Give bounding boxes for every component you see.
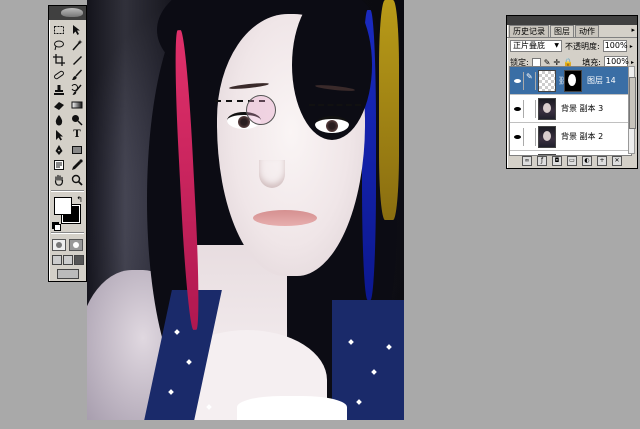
panel-title-bar[interactable] bbox=[507, 16, 637, 25]
layer-visibility-eye-icon[interactable] bbox=[511, 71, 524, 90]
layer-row[interactable]: 背景 副本 3 bbox=[510, 95, 631, 123]
eyedropper-tool-icon[interactable] bbox=[69, 158, 85, 172]
brush-cursor bbox=[246, 95, 276, 125]
tab-history[interactable]: 历史记录 bbox=[509, 25, 549, 37]
color-swatches: ↰ bbox=[51, 195, 84, 231]
crop-tool-icon[interactable] bbox=[51, 53, 67, 67]
dodge-tool-icon[interactable] bbox=[69, 113, 85, 127]
tab-actions[interactable]: 动作 bbox=[575, 25, 599, 37]
panel-tabs: 历史记录 图层 动作 ▸ bbox=[507, 25, 637, 38]
standard-screen-mode-button[interactable] bbox=[51, 255, 62, 265]
brush-icon: ✎ bbox=[526, 71, 533, 81]
blur-tool-icon[interactable] bbox=[51, 113, 67, 127]
full-screen-mode-button[interactable] bbox=[73, 255, 84, 265]
layer-thumbnail bbox=[538, 69, 556, 92]
quick-mask-button[interactable] bbox=[68, 239, 83, 251]
standard-mode-button[interactable] bbox=[52, 239, 67, 251]
layers-scrollbar[interactable] bbox=[628, 66, 636, 154]
layer-name: 图层 14 bbox=[587, 76, 616, 85]
scrollbar-thumb[interactable] bbox=[629, 77, 636, 129]
layer-mask-thumbnail[interactable] bbox=[564, 69, 582, 92]
delete-layer-icon[interactable]: ✕ bbox=[612, 156, 622, 166]
toolbox: T ↰ bbox=[48, 5, 87, 282]
blend-opacity-row: 正片叠底 ▼ 不透明度: 100% ▸ bbox=[507, 38, 637, 54]
zoom-tool-icon[interactable] bbox=[69, 173, 85, 187]
jump-to-row bbox=[49, 267, 86, 281]
opacity-slider-icon[interactable]: ▸ bbox=[630, 43, 633, 50]
tool-grid: T bbox=[49, 20, 86, 187]
hand-tool-icon[interactable] bbox=[51, 173, 67, 187]
layer-link-box[interactable]: ✎ bbox=[526, 71, 536, 90]
adjustment-layer-icon[interactable]: ◐ bbox=[582, 156, 592, 166]
blend-mode-select[interactable]: 正片叠底 ▼ bbox=[510, 40, 562, 52]
screen-mode-row bbox=[49, 253, 86, 267]
brush-tool-icon[interactable] bbox=[69, 68, 85, 82]
toolbox-divider bbox=[51, 232, 84, 234]
photo-right-eye bbox=[315, 116, 349, 133]
photo-nose bbox=[259, 160, 285, 188]
move-tool-icon[interactable] bbox=[69, 23, 85, 37]
notes-tool-icon[interactable] bbox=[51, 158, 67, 172]
rectangle-tool-icon[interactable] bbox=[69, 143, 85, 157]
default-colors-icon[interactable] bbox=[52, 222, 61, 231]
layers-list: ✎ ⛓ 图层 14 背景 副本 3 背景 副本 2 背景 🔒 bbox=[509, 66, 632, 156]
document-canvas[interactable] bbox=[87, 0, 404, 420]
photo-lips bbox=[253, 210, 317, 226]
clone-stamp-tool-icon[interactable] bbox=[51, 83, 67, 97]
toolbox-header[interactable] bbox=[49, 6, 86, 20]
jump-to-imageready-button[interactable] bbox=[56, 269, 79, 279]
photo-hair-gold-streak bbox=[379, 0, 399, 220]
chevron-down-icon: ▼ bbox=[554, 42, 559, 49]
layer-name: 背景 副本 2 bbox=[561, 132, 604, 141]
quick-mask-row bbox=[49, 237, 86, 253]
foreground-color-swatch[interactable] bbox=[54, 197, 72, 215]
layers-panel: 历史记录 图层 动作 ▸ 正片叠底 ▼ 不透明度: 100% ▸ 锁定: ✎ ✛… bbox=[506, 15, 638, 169]
layer-row[interactable]: 背景 副本 2 bbox=[510, 123, 631, 151]
new-layer-icon[interactable]: + bbox=[597, 156, 607, 166]
fill-slider-icon[interactable]: ▸ bbox=[631, 59, 634, 66]
mask-link-chain-icon[interactable]: ⛓ bbox=[558, 76, 568, 85]
layer-thumbnail bbox=[538, 125, 556, 148]
layer-style-icon[interactable]: ƒ bbox=[537, 156, 547, 166]
layer-row[interactable]: ✎ ⛓ 图层 14 bbox=[510, 67, 631, 95]
toolbox-divider bbox=[51, 190, 84, 192]
lasso-tool-icon[interactable] bbox=[51, 38, 67, 52]
add-mask-icon[interactable]: ◘ bbox=[552, 156, 562, 166]
gradient-tool-icon[interactable] bbox=[69, 98, 85, 112]
magic-wand-tool-icon[interactable] bbox=[69, 38, 85, 52]
new-group-icon[interactable]: ▭ bbox=[567, 156, 577, 166]
type-tool-icon[interactable]: T bbox=[69, 128, 85, 142]
layer-visibility-eye-icon[interactable] bbox=[511, 127, 524, 146]
panel-menu-icon[interactable]: ▸ bbox=[631, 25, 635, 37]
marquee-tool-icon[interactable] bbox=[51, 23, 67, 37]
photo-right-lashes bbox=[309, 104, 361, 114]
blend-mode-value: 正片叠底 bbox=[513, 41, 545, 50]
tab-layers[interactable]: 图层 bbox=[550, 25, 574, 37]
layer-link-box[interactable] bbox=[526, 127, 536, 146]
path-selection-tool-icon[interactable] bbox=[51, 128, 67, 142]
layer-link-box[interactable] bbox=[526, 99, 536, 118]
opacity-field[interactable]: 100% bbox=[602, 40, 628, 52]
photoshop-logo-icon[interactable] bbox=[61, 8, 83, 17]
layer-thumbnail bbox=[538, 97, 556, 120]
pen-tool-icon[interactable] bbox=[51, 143, 67, 157]
slice-tool-icon[interactable] bbox=[69, 53, 85, 67]
opacity-label: 不透明度: bbox=[565, 41, 600, 51]
layer-visibility-eye-icon[interactable] bbox=[511, 99, 524, 118]
photo-collar bbox=[237, 396, 347, 420]
swap-colors-icon[interactable]: ↰ bbox=[76, 195, 83, 204]
layer-name: 背景 副本 3 bbox=[561, 104, 604, 113]
healing-brush-tool-icon[interactable] bbox=[51, 68, 67, 82]
full-screen-menu-mode-button[interactable] bbox=[62, 255, 73, 265]
layers-footer: ∞ ƒ ◘ ▭ ◐ + ✕ bbox=[509, 156, 635, 166]
history-brush-tool-icon[interactable] bbox=[69, 83, 85, 97]
eraser-tool-icon[interactable] bbox=[51, 98, 67, 112]
link-layers-icon[interactable]: ∞ bbox=[522, 156, 532, 166]
